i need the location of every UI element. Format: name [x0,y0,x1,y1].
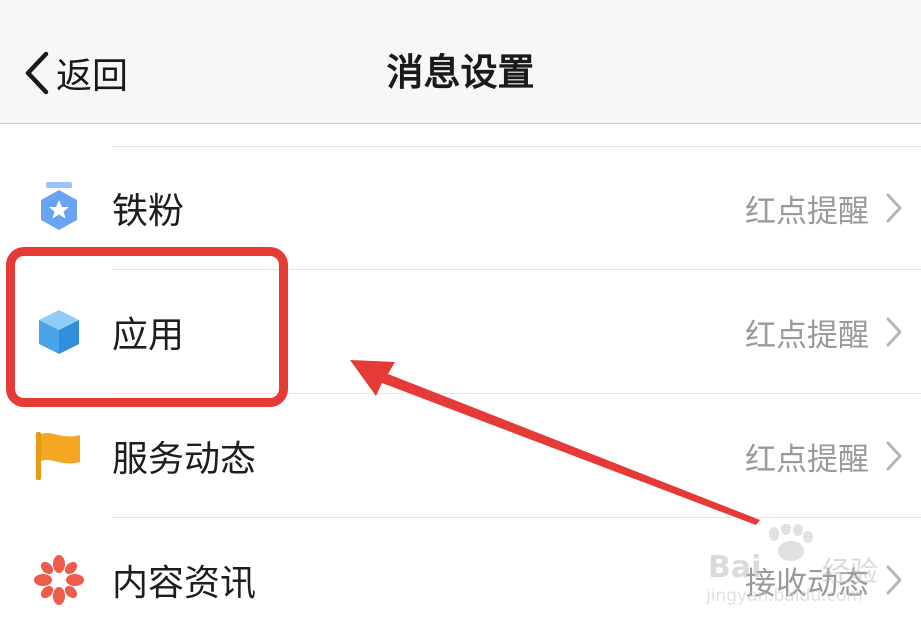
row-label: 内容资讯 [112,563,257,604]
chevron-right-icon [886,193,902,223]
chevron-right-icon [886,565,902,595]
chevron-right-icon [886,317,902,347]
row-value: 红点提醒 [745,193,869,230]
navigation-bar: 返回 消息设置 [0,0,921,124]
row-value: 红点提醒 [745,317,869,354]
cube-icon [34,306,84,358]
row-value: 红点提醒 [745,441,869,478]
row-label: 铁粉 [112,191,185,232]
setting-row-neirong-zixun[interactable]: 内容资讯 接收动态 [0,518,921,642]
setting-row-fuwu-dongtai[interactable]: 服务动态 红点提醒 [0,394,921,518]
chevron-right-icon [886,441,902,471]
page-title: 消息设置 [386,51,535,94]
row-value: 接收动态 [745,565,869,602]
flower-icon [34,554,84,606]
setting-row-tiefen[interactable]: 铁粉 红点提醒 [0,146,921,270]
row-label: 应用 [112,315,185,356]
setting-row-yingyong[interactable]: 应用 红点提醒 [0,270,921,394]
flag-icon [34,430,84,482]
row-label: 服务动态 [112,439,257,480]
fan-badge-icon [34,182,84,234]
